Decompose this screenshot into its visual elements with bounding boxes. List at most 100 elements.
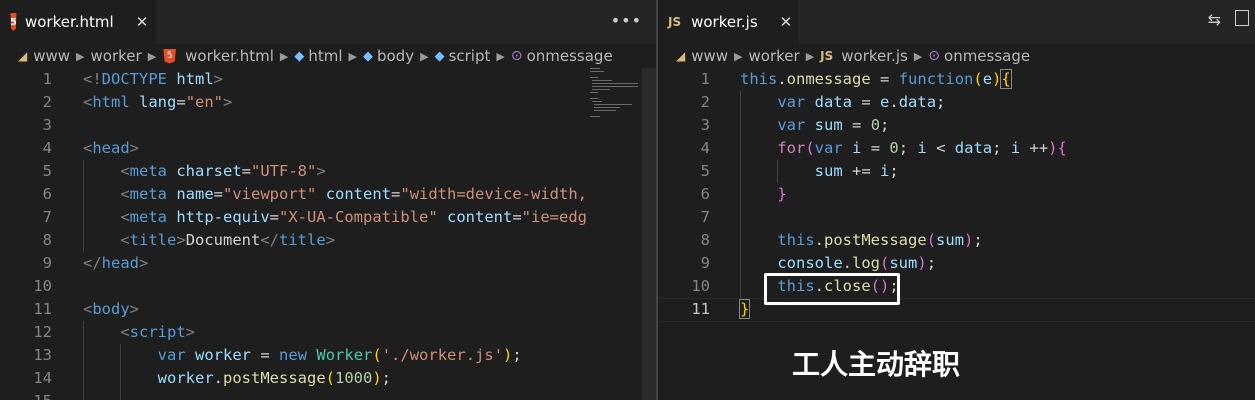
line-number: 11 — [691, 300, 710, 318]
method-icon: ⊙ — [510, 48, 523, 64]
code-line: 12 <script> — [0, 321, 656, 344]
line-number: 2 — [42, 93, 52, 111]
code-line: 4 <head> — [0, 137, 656, 160]
code-text: var data = e.data; — [777, 93, 946, 111]
line-number: 3 — [700, 116, 710, 134]
tab-label: worker.js — [691, 13, 758, 31]
code-text: var sum = 0; — [777, 116, 890, 134]
code-text: } — [738, 299, 751, 319]
code-text: worker.postMessage(1000); — [157, 369, 392, 387]
chevron-right-icon: ▶ — [913, 49, 923, 63]
minimap[interactable] — [588, 68, 640, 128]
element-icon: ◆ — [434, 48, 445, 64]
code-text: this.postMessage(sum); — [777, 231, 983, 249]
code-text: <html lang="en"> — [83, 93, 233, 111]
element-icon: ◆ — [294, 48, 305, 64]
breadcrumb: ◢ www ▶ worker ▶ JS worker.js ▶ ⊙ onmessage — [658, 44, 1255, 68]
code-text: </head> — [83, 254, 149, 272]
compare-changes-icon[interactable]: ⇆ — [1208, 10, 1221, 29]
code-text: <meta name="viewport" content="width=dev… — [120, 185, 587, 203]
right-editor-pane: JS worker.js ✕ ⇆ ◢ www ▶ worker ▶ JS worke… — [658, 0, 1255, 400]
tab-worker-html[interactable]: 5 worker.html ✕ — [0, 0, 156, 44]
chevron-right-icon: ▶ — [76, 49, 85, 63]
code-editor-html[interactable]: 1 <!DOCTYPE html> 2 <html lang="en"> 3 4 <h… — [0, 68, 656, 400]
code-line: 8 this.postMessage(sum); — [658, 229, 1255, 252]
line-number: 10 — [691, 277, 710, 295]
folder-icon: ◢ — [676, 49, 686, 63]
tab-label: worker.html — [24, 13, 114, 31]
code-text: <body> — [83, 300, 140, 318]
method-icon: ⊙ — [928, 48, 941, 64]
code-line: 9 console.log(sum); — [658, 252, 1255, 275]
html5-icon: 5 — [10, 13, 17, 31]
line-number: 9 — [42, 254, 52, 272]
code-line: 11 <body> — [0, 298, 656, 321]
code-text: for(var i = 0; i < data; i ++){ — [777, 139, 1067, 157]
split-editor-icon[interactable] — [1235, 10, 1249, 26]
breadcrumb-item-body[interactable]: ◆ body — [363, 47, 414, 65]
code-line: 6 } — [658, 183, 1255, 206]
code-line: 2 var data = e.data; — [658, 91, 1255, 114]
line-number: 3 — [42, 116, 52, 134]
code-text: sum += i; — [814, 162, 899, 180]
highlight-box — [764, 273, 900, 305]
code-line: 14 worker.postMessage(1000); — [0, 367, 656, 390]
breadcrumb-item-www[interactable]: ◢ www — [18, 47, 70, 65]
js-icon: JS — [668, 15, 682, 29]
code-line: 11} — [658, 298, 1255, 321]
code-text: <script> — [120, 323, 196, 341]
code-text: <meta charset="UTF-8"> — [120, 162, 326, 180]
line-number: 6 — [700, 185, 710, 203]
line-number: 6 — [42, 185, 52, 203]
vertical-scrollbar[interactable] — [642, 68, 656, 400]
line-number: 7 — [700, 208, 710, 226]
code-line: 3 var sum = 0; — [658, 114, 1255, 137]
left-editor-pane: 5 worker.html ✕ ••• ◢ www ▶ worker ▶ 5 wor… — [0, 0, 656, 400]
tab-worker-js[interactable]: JS worker.js ✕ — [658, 0, 798, 44]
line-number: 1 — [42, 70, 52, 88]
chevron-right-icon: ▶ — [420, 49, 429, 63]
line-number: 15 — [0, 390, 52, 400]
code-text: <title>Document</title> — [120, 231, 336, 249]
code-line: 10 this.close(); — [658, 275, 1255, 298]
code-text: var worker = new Worker('./worker.js'); — [157, 346, 522, 364]
breadcrumb-item-html[interactable]: ◆ html — [294, 47, 342, 65]
line-number: 2 — [700, 93, 710, 111]
chevron-right-icon: ▶ — [734, 49, 743, 63]
breadcrumb-item-worker[interactable]: worker — [749, 47, 800, 65]
breadcrumb-item-onmessage[interactable]: ⊙ onmessage — [928, 47, 1030, 65]
line-number: 1 — [700, 70, 710, 88]
caption: 工人主动辞职 — [792, 348, 961, 381]
breadcrumb-item-www[interactable]: ◢ www — [676, 47, 728, 65]
code-text: <!DOCTYPE html> — [83, 70, 224, 88]
code-line: 5 sum += i; — [658, 160, 1255, 183]
breadcrumb-item-onmessage[interactable]: ⊙ onmessage — [511, 47, 613, 65]
js-file-icon: JS — [820, 49, 834, 63]
code-line: 7 — [658, 206, 1255, 229]
code-line: 5 <meta charset="UTF-8"> — [0, 160, 656, 183]
chevron-right-icon: ▶ — [279, 49, 289, 63]
code-line: 2 <html lang="en"> — [0, 91, 656, 114]
code-line: 6 <meta name="viewport" content="width=d… — [0, 183, 656, 206]
folder-icon: ◢ — [18, 49, 28, 63]
breadcrumb-item-worker[interactable]: worker — [91, 47, 142, 65]
left-tab-bar: 5 worker.html ✕ ••• — [0, 0, 656, 44]
line-number: 4 — [700, 139, 710, 157]
close-icon[interactable]: ✕ — [136, 13, 149, 31]
line-number: 5 — [42, 162, 52, 180]
more-actions-icon[interactable]: ••• — [611, 11, 642, 30]
code-line: 7 <meta http-equiv="X-UA-Compatible" con… — [0, 206, 656, 229]
code-text: } — [777, 185, 787, 203]
breadcrumb-item-script[interactable]: ◆ script — [435, 47, 491, 65]
breadcrumb-item-worker-html[interactable]: 5 worker.html — [162, 47, 274, 65]
line-number: 7 — [42, 208, 52, 226]
code-line: 10 — [0, 275, 656, 298]
chevron-right-icon: ▶ — [147, 49, 157, 63]
breadcrumb-item-worker-js[interactable]: JS worker.js — [820, 47, 908, 65]
code-line: 3 — [0, 114, 656, 137]
line-number: 8 — [42, 231, 52, 249]
chevron-right-icon: ▶ — [805, 49, 815, 63]
line-number: 9 — [700, 254, 710, 272]
code-line: 15 — [0, 390, 656, 400]
close-icon[interactable]: ✕ — [780, 13, 793, 31]
